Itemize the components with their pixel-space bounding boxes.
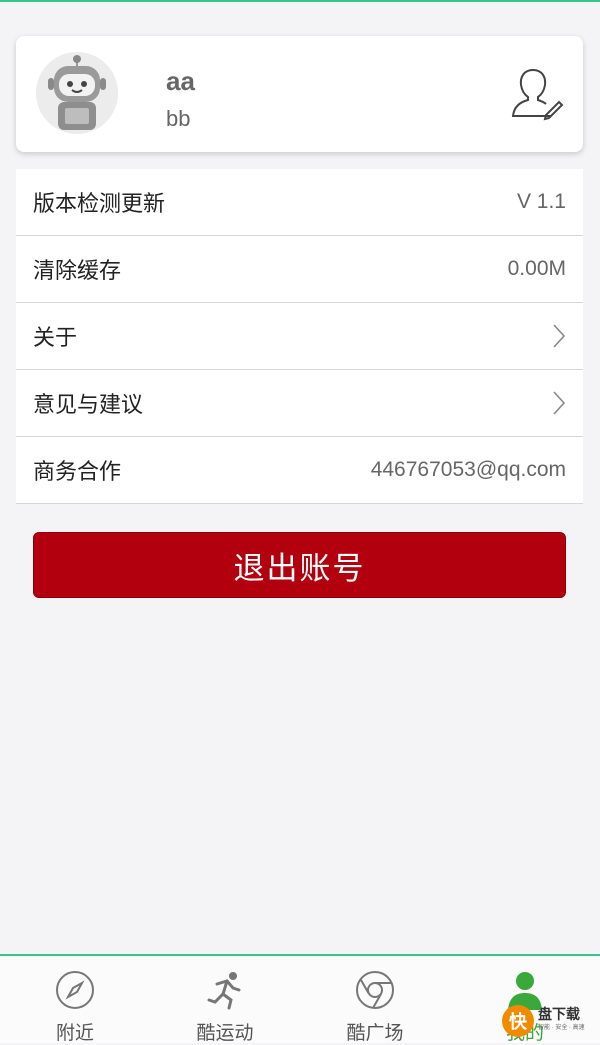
watermark-logo: 快 盘下载 智能 · 安全 · 高速	[502, 1004, 596, 1038]
profile-name: aa	[166, 66, 195, 96]
runner-icon	[207, 972, 241, 1010]
top-accent-line	[0, 0, 600, 2]
chrome-circle-icon	[356, 971, 394, 1009]
row-version-check[interactable]: 版本检测更新 V 1.1	[16, 169, 583, 236]
watermark-small: 智能 · 安全 · 高速	[538, 1025, 585, 1031]
row-clear-cache[interactable]: 清除缓存 0.00M	[16, 236, 583, 303]
row-label: 商务合作	[33, 459, 122, 484]
version-value: V 1.1	[516, 190, 566, 213]
profile-subtitle: bb	[166, 106, 191, 131]
row-label: 意见与建议	[33, 392, 144, 417]
watermark-text: 盘下载 智能 · 安全 · 高速	[538, 1007, 585, 1035]
watermark-badge: 快	[502, 1005, 534, 1037]
user-edit-icon[interactable]	[511, 66, 565, 122]
row-label: 关于	[33, 325, 78, 350]
row-feedback[interactable]: 意见与建议	[16, 370, 583, 437]
chevron-right-icon	[553, 391, 566, 415]
row-label: 清除缓存	[33, 258, 122, 283]
row-business[interactable]: 商务合作 446767053@qq.com	[16, 437, 583, 504]
robot-avatar-icon[interactable]	[36, 52, 118, 134]
row-label: 版本检测更新	[33, 191, 166, 216]
chevron-right-icon	[553, 324, 566, 348]
tab-plaza[interactable]: 酷广场	[300, 956, 450, 1044]
compass-icon	[56, 971, 94, 1009]
logout-button[interactable]: 退出账号	[33, 532, 566, 598]
row-about[interactable]: 关于	[16, 303, 583, 370]
profile-card[interactable]: aa bb	[16, 36, 583, 152]
business-email-value: 446767053@qq.com	[370, 458, 566, 481]
watermark-title: 盘下载	[538, 1006, 580, 1022]
tab-sport[interactable]: 酷运动	[150, 956, 300, 1044]
cache-size-value: 0.00M	[507, 257, 566, 280]
settings-list: 版本检测更新 V 1.1 清除缓存 0.00M 关于 意见与建议 商务合作 44…	[16, 169, 583, 504]
tab-nearby[interactable]: 附近	[0, 956, 150, 1044]
